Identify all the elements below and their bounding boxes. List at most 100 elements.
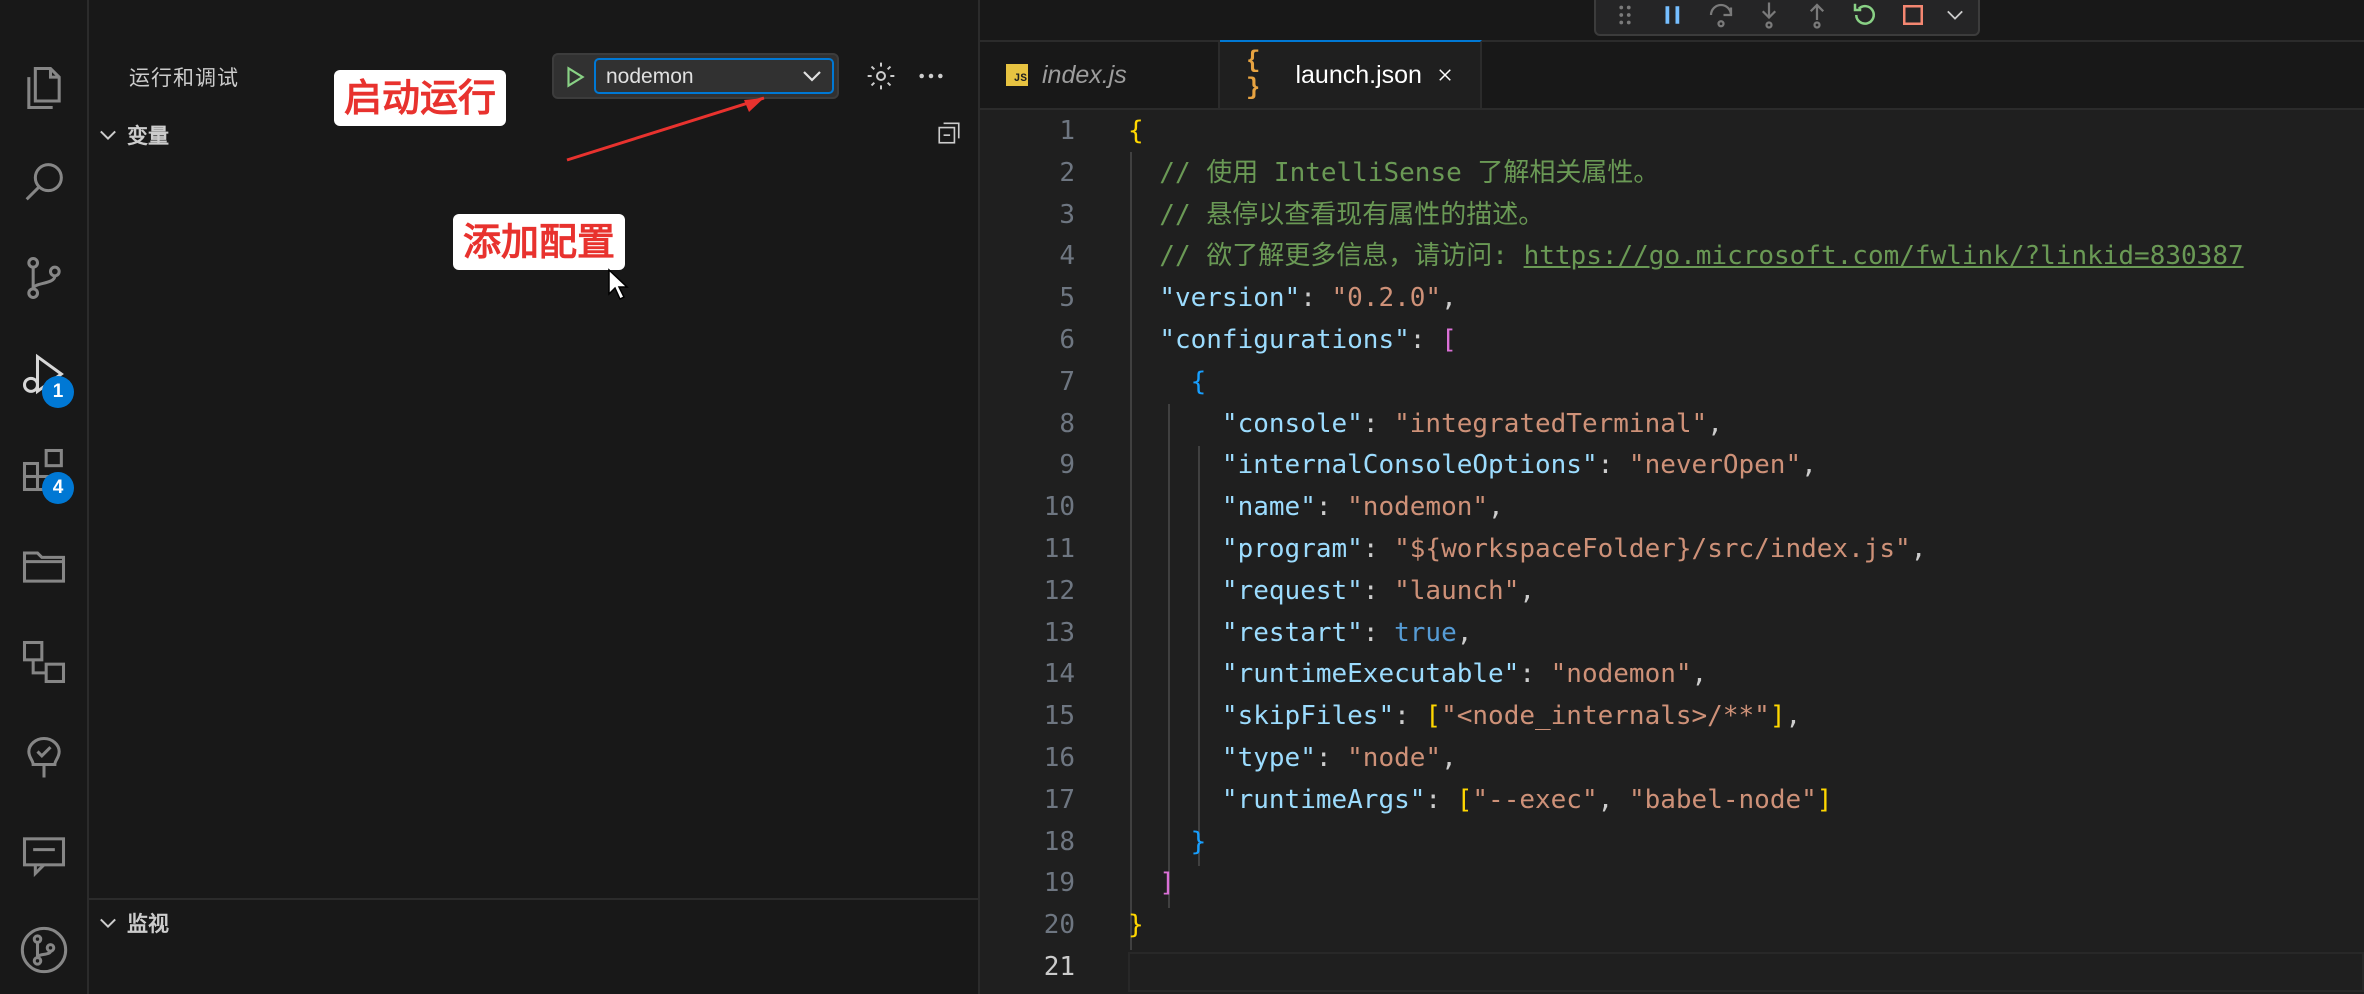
code-token: [ xyxy=(1441,325,1457,355)
restart-icon[interactable] xyxy=(1850,0,1880,30)
more-actions-icon[interactable] xyxy=(915,60,947,92)
watch-section-header[interactable]: 监视 xyxy=(99,908,169,938)
code-token: "name" xyxy=(1221,492,1316,523)
debug-toolbar xyxy=(1594,0,1980,36)
code-token: : xyxy=(1362,617,1395,648)
line-number: 6 xyxy=(1059,325,1075,355)
gear-icon[interactable] xyxy=(865,60,897,92)
code-token: } xyxy=(1128,910,1144,941)
run-debug-icon[interactable]: 1 xyxy=(14,344,74,408)
git-graph-icon[interactable] xyxy=(14,920,74,980)
add-config-annotation: 添加配置 xyxy=(453,214,626,270)
line-number: 18 xyxy=(1043,826,1075,857)
chevron-down-icon xyxy=(100,130,116,141)
code-token: "${workspaceFolder}/src/index.js" xyxy=(1394,534,1911,564)
pause-icon[interactable] xyxy=(1658,0,1688,30)
code-token: : xyxy=(1362,408,1395,439)
search-icon[interactable] xyxy=(14,152,74,212)
code-token: : xyxy=(1597,450,1629,481)
code-line: 20} xyxy=(980,904,2364,946)
code-token: { xyxy=(1128,116,1144,146)
stop-icon[interactable] xyxy=(1898,0,1928,30)
line-text: { xyxy=(1128,110,1144,152)
testing-icon[interactable] xyxy=(14,728,74,788)
line-text: "name": "nodemon", xyxy=(1128,486,1504,528)
start-debugging-icon[interactable] xyxy=(562,64,588,90)
comments-icon[interactable] xyxy=(14,824,74,884)
line-number: 7 xyxy=(1059,366,1075,397)
config-dropdown[interactable]: nodemon xyxy=(594,58,834,94)
variables-section-header[interactable]: 变量 xyxy=(99,120,169,150)
line-number: 8 xyxy=(1059,408,1075,439)
line-text: "type": "node", xyxy=(1128,737,1457,779)
code-token: "restart" xyxy=(1221,617,1363,648)
code-link[interactable]: https://go.microsoft.com/fwlink/?linkid=… xyxy=(1524,241,2244,271)
json-file-icon: { } xyxy=(1246,48,1261,102)
start-run-annotation: 启动运行 xyxy=(334,70,507,126)
step-out-icon[interactable] xyxy=(1802,0,1832,30)
explorer-icon[interactable] xyxy=(14,58,74,118)
code-line: 19 ] xyxy=(980,862,2364,904)
line-number: 10 xyxy=(1043,492,1075,523)
code-token: "babel-node" xyxy=(1628,784,1817,815)
tab-launch-json[interactable]: { } launch.json xyxy=(1220,40,1482,108)
chevron-down-icon[interactable] xyxy=(1946,6,1964,24)
sidebar-title: 运行和调试 xyxy=(129,67,239,90)
code-token: , xyxy=(1691,659,1708,690)
run-debug-sidebar: 运行和调试 nodemon 变量 监视 启动运行 添加配置 xyxy=(89,0,980,994)
code-token: "neverOpen" xyxy=(1628,450,1802,481)
code-line: 6 "configurations": [ xyxy=(980,319,2364,361)
code-line: 9 "internalConsoleOptions": "neverOpen", xyxy=(980,444,2364,486)
code-editor[interactable]: 1{2 // 使用 IntelliSense 了解相关属性。 3 // 悬停以查看… xyxy=(980,110,2364,994)
source-control-icon[interactable] xyxy=(14,248,74,308)
tab-label: index.js xyxy=(1042,60,1127,89)
code-token: "version" xyxy=(1159,283,1301,314)
code-token: [ xyxy=(1456,784,1473,815)
code-token: : xyxy=(1362,575,1395,606)
code-token: , xyxy=(1785,701,1802,732)
code-token: , xyxy=(1441,283,1457,314)
folder-icon[interactable] xyxy=(14,536,74,596)
step-over-icon[interactable] xyxy=(1706,0,1736,30)
code-token: ] xyxy=(1159,868,1175,899)
code-token: , xyxy=(1441,743,1457,773)
line-number: 14 xyxy=(1043,659,1075,690)
line-number: 17 xyxy=(1043,784,1075,815)
close-icon[interactable] xyxy=(1436,64,1454,86)
line-text: { xyxy=(1128,361,1207,403)
code-token: : xyxy=(1425,784,1457,815)
line-number: 1 xyxy=(1059,116,1075,146)
code-token: "runtimeArgs" xyxy=(1221,784,1426,815)
code-token: "type" xyxy=(1221,743,1316,773)
tab-index-js[interactable]: JS index.js xyxy=(980,42,1220,108)
line-text: "configurations": [ xyxy=(1128,319,1457,361)
code-line: 10 "name": "nodemon", xyxy=(980,486,2364,528)
code-token: , xyxy=(1597,784,1629,815)
code-token: "internalConsoleOptions" xyxy=(1221,450,1598,481)
code-token: "skipFiles" xyxy=(1221,701,1395,732)
line-text: "restart": true, xyxy=(1128,612,1472,654)
collapse-all-icon[interactable] xyxy=(936,120,962,146)
tab-label: launch.json xyxy=(1295,60,1422,89)
remote-explorer-icon[interactable] xyxy=(14,632,74,692)
code-token: [ xyxy=(1425,701,1442,732)
code-line: 11 "program": "${workspaceFolder}/src/in… xyxy=(980,528,2364,570)
run-debug-badge: 1 xyxy=(42,376,74,408)
line-text: "runtimeArgs": ["--exec", "babel-node"] xyxy=(1128,779,1833,821)
line-text: "runtimeExecutable": "nodemon", xyxy=(1128,653,1707,695)
code-line: 8 "console": "integratedTerminal", xyxy=(980,403,2364,445)
step-into-icon[interactable] xyxy=(1754,0,1784,30)
code-token: ] xyxy=(1816,784,1833,815)
extensions-icon[interactable]: 4 xyxy=(14,440,74,504)
line-text: // 使用 IntelliSense 了解相关属性。 xyxy=(1128,152,1659,194)
drag-handle-icon[interactable] xyxy=(1610,0,1640,30)
code-token: } xyxy=(1190,826,1207,857)
